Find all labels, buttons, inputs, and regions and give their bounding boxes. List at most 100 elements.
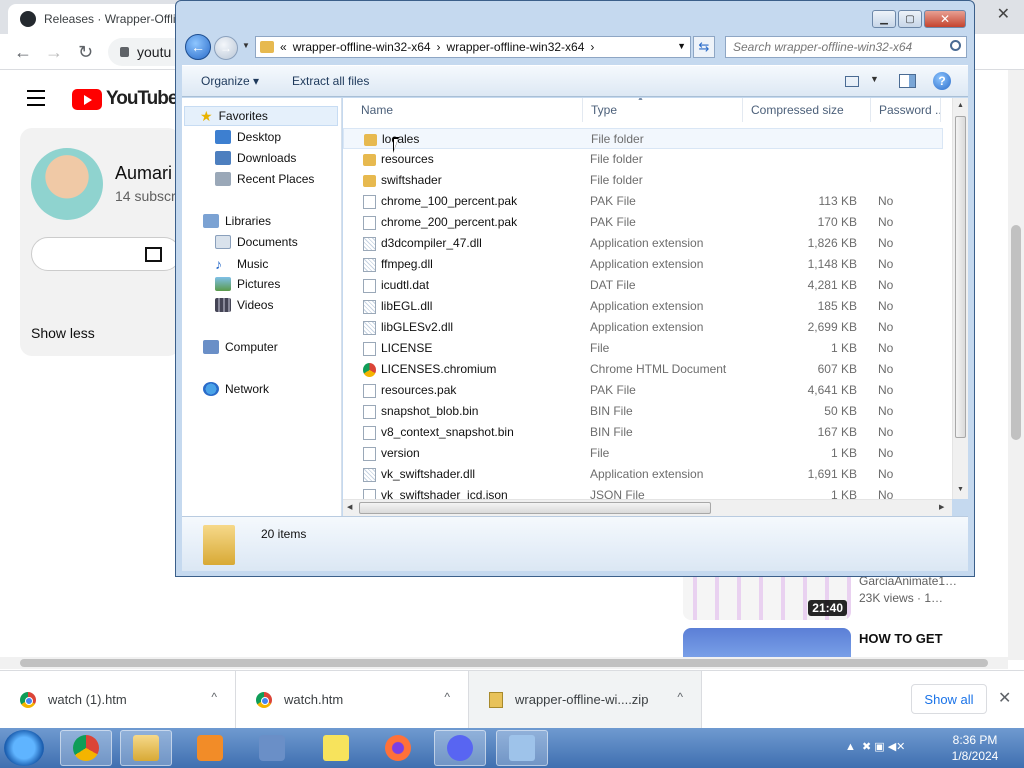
avatar[interactable] [31, 148, 103, 220]
column-header-name[interactable]: Name [353, 98, 583, 122]
file-row[interactable]: version File 1 KB No [343, 443, 943, 464]
file-row[interactable]: icudtl.dat DAT File 4,281 KB No [343, 275, 943, 296]
file-row[interactable]: locales File folder [343, 128, 943, 149]
file-row[interactable]: resources.pak PAK File 4,641 KB No [343, 380, 943, 401]
search-input[interactable]: Search wrapper-offline-win32-x64 [725, 36, 967, 58]
nav-item-computer[interactable]: Computer [203, 340, 278, 354]
download-item[interactable]: wrapper-offline-wi....zip ^ [469, 671, 702, 728]
views-dropdown-icon[interactable]: ▼ [870, 74, 879, 84]
file-row[interactable]: vk_swiftshader.dll Application extension 1… [343, 464, 943, 485]
file-row[interactable]: resources File folder [343, 149, 943, 170]
nav-item-documents[interactable]: Documents [215, 235, 298, 249]
breadcrumb-item[interactable]: wrapper-offline-win32-x64 [293, 40, 431, 54]
file-list-vscrollbar[interactable]: ▲ ▼ [952, 98, 968, 499]
chrome-tab-releases[interactable]: Releases · Wrapper-Offlin [8, 4, 198, 34]
back-button[interactable]: ← [185, 34, 211, 60]
menu-icon[interactable] [27, 90, 45, 111]
column-header-size[interactable]: Compressed size [743, 98, 871, 122]
scroll-down-icon[interactable]: ▼ [957, 486, 964, 493]
chevron-up-icon[interactable]: ^ [444, 690, 450, 704]
video-thumbnail[interactable]: 21:40 [683, 575, 851, 620]
maximize-button[interactable]: ▢ [898, 10, 922, 28]
breadcrumb-overflow[interactable]: « [280, 40, 287, 54]
download-item[interactable]: watch.htm ^ [236, 671, 469, 728]
show-less-link[interactable]: Show less [31, 325, 95, 341]
youtube-logo[interactable]: YouTube [72, 88, 178, 110]
file-list-hscrollbar[interactable]: ◀ ▶ [343, 499, 952, 516]
browser-close-icon[interactable]: ✕ [997, 4, 1010, 24]
file-row[interactable]: LICENSE File 1 KB No [343, 338, 943, 359]
breadcrumb-separator[interactable]: › [437, 40, 441, 54]
help-icon[interactable]: ? [933, 72, 951, 90]
taskbar-explorer[interactable] [120, 730, 172, 766]
nav-item-libraries[interactable]: Libraries [203, 214, 271, 228]
download-item[interactable]: watch (1).htm ^ [0, 671, 236, 728]
preview-pane-icon[interactable] [899, 74, 916, 88]
file-row[interactable]: LICENSES.chromium Chrome HTML Document 607… [343, 359, 943, 380]
reload-icon[interactable]: ↻ [78, 42, 93, 63]
nav-item-downloads[interactable]: Downloads [215, 151, 296, 165]
recent-pages-dropdown[interactable]: ▼ [242, 41, 250, 50]
scroll-right-icon[interactable]: ▶ [939, 503, 944, 511]
forward-button[interactable]: → [214, 36, 238, 60]
nav-item-videos[interactable]: Videos [215, 298, 273, 312]
nav-item-desktop[interactable]: Desktop [215, 130, 281, 144]
vscroll-thumb[interactable] [955, 116, 966, 438]
file-row[interactable]: snapshot_blob.bin BIN File 50 KB No [343, 401, 943, 422]
search-icon[interactable] [950, 40, 961, 51]
views-icon[interactable] [845, 76, 859, 87]
file-row[interactable]: v8_context_snapshot.bin BIN File 167 KB No [343, 422, 943, 443]
address-dropdown-icon[interactable]: ▼ [677, 41, 686, 51]
nav-item-music[interactable]: ♪ Music [215, 256, 268, 272]
video-thumbnail-2[interactable] [683, 628, 851, 658]
taskbar-firefox[interactable] [372, 730, 424, 766]
refresh-button[interactable]: ⇆ [693, 36, 715, 58]
subscribe-button[interactable] [31, 237, 181, 271]
scroll-left-icon[interactable]: ◀ [347, 503, 352, 511]
hscroll-thumb[interactable] [359, 502, 711, 514]
column-header-password[interactable]: Password ... [871, 98, 941, 122]
page-horizontal-scrollbar[interactable] [0, 657, 1008, 669]
scroll-up-icon[interactable]: ▲ [957, 102, 964, 109]
address-bar[interactable]: « wrapper-offline-win32-x64 › wrapper-of… [255, 36, 691, 58]
taskbar-control[interactable] [496, 730, 548, 766]
nav-item-network[interactable]: Network [203, 382, 269, 396]
breadcrumb-item[interactable]: wrapper-offline-win32-x64 [447, 40, 585, 54]
page-scrollbar[interactable] [1008, 70, 1024, 660]
start-button[interactable] [4, 730, 44, 766]
nav-item-recent-places[interactable]: Recent Places [215, 172, 314, 186]
column-header-type[interactable]: Type [583, 98, 743, 122]
file-row[interactable]: libEGL.dll Application extension 185 KB No [343, 296, 943, 317]
chevron-up-icon[interactable]: ^ [677, 690, 683, 704]
close-icon[interactable]: ✕ [998, 688, 1011, 708]
show-all-button[interactable]: Show all [911, 684, 987, 714]
taskbar-app[interactable] [246, 730, 298, 766]
taskbar-chrome[interactable] [60, 730, 112, 766]
file-row[interactable]: ffmpeg.dll Application extension 1,148 KB N… [343, 254, 943, 275]
page-hscroll-thumb[interactable] [20, 659, 988, 667]
taskbar-discord[interactable] [434, 730, 486, 766]
taskbar-notes[interactable] [310, 730, 362, 766]
organize-button[interactable]: Organize ▾ [201, 74, 259, 88]
breadcrumb-separator[interactable]: › [590, 40, 594, 54]
file-row[interactable]: chrome_100_percent.pak PAK File 113 KB No [343, 191, 943, 212]
clock[interactable]: 8:36 PM 1/8/2024 [940, 732, 1010, 764]
file-row[interactable]: d3dcompiler_47.dll Application extension 1… [343, 233, 943, 254]
file-row[interactable]: vk_swiftshader_icd.json JSON File 1 KB No [343, 485, 943, 499]
nav-item-favorites[interactable]: ★ Favorites [184, 106, 338, 126]
file-row[interactable]: swiftshader File folder [343, 170, 943, 191]
extract-all-button[interactable]: Extract all files [292, 74, 369, 88]
close-button[interactable]: ✕ [924, 10, 966, 28]
video-title[interactable]: HOW TO GET [859, 631, 943, 646]
file-row[interactable]: libGLESv2.dll Application extension 2,699 … [343, 317, 943, 338]
nav-item-pictures[interactable]: Pictures [215, 277, 280, 291]
video-meta[interactable]: GarciaAnimate1… 23K views · 1… [859, 573, 957, 607]
channel-name[interactable]: Aumari [115, 163, 172, 184]
back-icon[interactable]: ← [14, 42, 32, 63]
forward-icon[interactable]: → [45, 42, 63, 63]
system-tray[interactable]: ▲ ✖ ▣ ◀✕ [845, 740, 905, 753]
file-row[interactable]: chrome_200_percent.pak PAK File 170 KB No [343, 212, 943, 233]
chevron-up-icon[interactable]: ^ [211, 690, 217, 704]
minimize-button[interactable]: ▁ [872, 10, 896, 28]
page-scroll-thumb[interactable] [1011, 225, 1021, 440]
